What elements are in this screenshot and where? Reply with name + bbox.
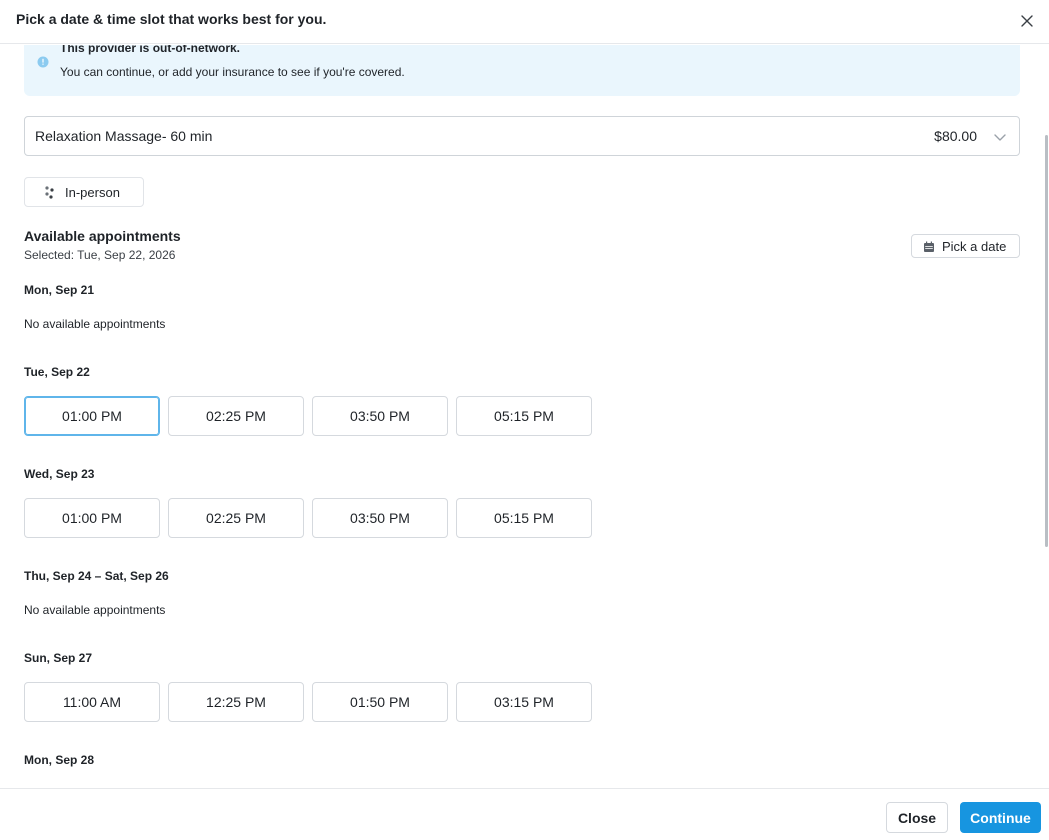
calendar-icon	[923, 240, 935, 252]
pick-a-date-label: Pick a date	[942, 239, 1007, 254]
in-person-chip[interactable]: In-person	[24, 177, 144, 207]
modal-body: This provider is out-of-network. You can…	[0, 45, 1049, 788]
close-icon[interactable]	[1016, 10, 1038, 32]
info-icon	[37, 55, 49, 68]
slot-row: 01:00 PM 02:25 PM 03:50 PM 05:15 PM	[24, 396, 624, 436]
time-slot-button[interactable]: 03:15 PM	[456, 682, 592, 722]
time-slot-button[interactable]: 02:25 PM	[168, 396, 304, 436]
scrollbar-thumb[interactable]	[1045, 135, 1048, 547]
modal-footer: Close Continue	[0, 788, 1049, 840]
day-label: Mon, Sep 28	[24, 753, 95, 767]
day-label: Thu, Sep 24 – Sat, Sep 26	[24, 569, 169, 583]
appointment-modal: Pick a date & time slot that works best …	[0, 0, 1049, 840]
service-select[interactable]: Relaxation Massage- 60 min $80.00	[24, 116, 1020, 156]
person-icon	[43, 185, 57, 201]
continue-button[interactable]: Continue	[960, 802, 1041, 833]
time-slot-button-selected[interactable]: 01:00 PM	[24, 396, 160, 436]
time-slot-button[interactable]: 03:50 PM	[312, 498, 448, 538]
day-label: Tue, Sep 22	[24, 365, 90, 379]
modal-header: Pick a date & time slot that works best …	[0, 0, 1049, 44]
no-appointments-text: No available appointments	[24, 317, 166, 331]
notice-message: You can continue, or add your insurance …	[60, 65, 405, 79]
no-appointments-text: No available appointments	[24, 603, 166, 617]
time-slot-button[interactable]: 05:15 PM	[456, 498, 592, 538]
slot-row: 11:00 AM 12:25 PM 01:50 PM 03:15 PM	[24, 682, 624, 722]
notice-title: This provider is out-of-network.	[60, 45, 241, 55]
slot-row: 01:00 PM 02:25 PM 03:50 PM 05:15 PM	[24, 498, 624, 538]
time-slot-button[interactable]: 02:25 PM	[168, 498, 304, 538]
time-slot-button[interactable]: 03:50 PM	[312, 396, 448, 436]
close-button[interactable]: Close	[886, 802, 948, 833]
day-label: Wed, Sep 23	[24, 467, 95, 481]
day-label: Sun, Sep 27	[24, 651, 93, 665]
available-appointments-title: Available appointments	[24, 228, 181, 244]
time-slot-button[interactable]: 12:25 PM	[168, 682, 304, 722]
time-slot-button[interactable]: 05:15 PM	[456, 396, 592, 436]
mode-label: In-person	[65, 185, 120, 200]
service-price: $80.00	[934, 128, 977, 144]
selected-date: Selected: Tue, Sep 22, 2026	[24, 248, 176, 262]
out-of-network-notice: This provider is out-of-network. You can…	[24, 45, 1020, 96]
time-slot-button[interactable]: 01:50 PM	[312, 682, 448, 722]
modal-title: Pick a date & time slot that works best …	[16, 11, 327, 27]
day-label: Mon, Sep 21	[24, 283, 95, 297]
chevron-down-icon	[993, 130, 1007, 144]
time-slot-button[interactable]: 11:00 AM	[24, 682, 160, 722]
pick-a-date-button[interactable]: Pick a date	[911, 234, 1020, 258]
service-name: Relaxation Massage- 60 min	[35, 128, 213, 144]
time-slot-button[interactable]: 01:00 PM	[24, 498, 160, 538]
